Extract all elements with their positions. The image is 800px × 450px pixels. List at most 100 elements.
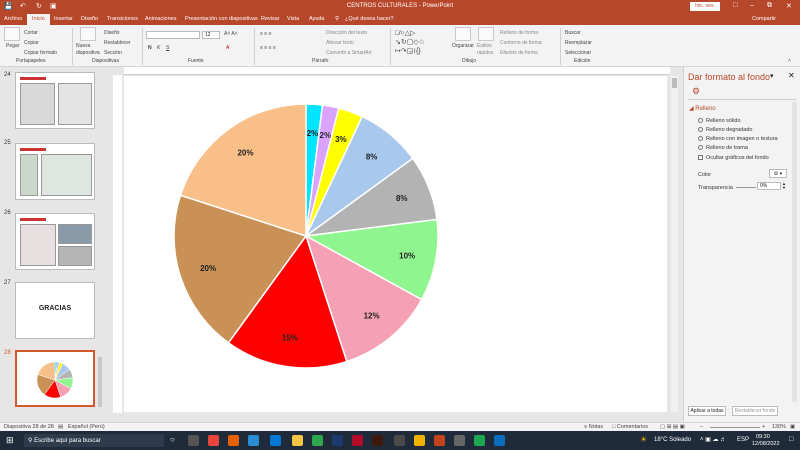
tab-inicio[interactable]: Inicio	[27, 14, 50, 25]
apply-to-all-button[interactable]: Aplicar a todas	[688, 406, 726, 416]
pie-chart[interactable]: 2% 2% 3%8%8%10%12%15%20%20%	[124, 76, 667, 412]
fill-bucket-icon[interactable]: ⚙	[692, 86, 700, 97]
new-slide-icon[interactable]	[80, 27, 96, 41]
zoom-level[interactable]: 130%	[772, 424, 786, 430]
tab-archivo[interactable]: Archivo	[4, 16, 22, 22]
notifications-icon[interactable]: □	[789, 436, 793, 443]
solid-fill-radio[interactable]: Relleno sólido	[698, 118, 741, 124]
tab-revisar[interactable]: Revisar	[261, 16, 280, 22]
comments-button[interactable]: □ Comentarios	[612, 424, 648, 430]
font-name-box[interactable]	[146, 31, 200, 39]
section-button[interactable]: Sección	[104, 50, 122, 56]
align-icons[interactable]: ≡ ≡ ≡ ≡	[260, 45, 276, 51]
tab-animaciones[interactable]: Animaciones	[145, 16, 177, 22]
tab-vista[interactable]: Vista	[287, 16, 299, 22]
font-size-box[interactable]: 12	[202, 31, 220, 39]
tab-transiciones[interactable]: Transiciones	[107, 16, 138, 22]
replace-button[interactable]: Reemplazar	[565, 40, 592, 46]
shape-effects-button[interactable]: Efectos de forma	[500, 50, 538, 56]
task-view-icon[interactable]: ○	[170, 435, 175, 444]
quick-styles-button[interactable]: Estilos rápidos	[477, 43, 497, 57]
transparency-slider[interactable]	[736, 187, 756, 188]
pane-close-icon[interactable]: ✕	[788, 71, 795, 80]
hide-graphics-checkbox[interactable]: Ocultar gráficos del fondo	[698, 155, 769, 161]
picture-fill-radio[interactable]: Relleno con imagen o textura	[698, 136, 778, 142]
layout-button[interactable]: Diseño	[104, 30, 120, 36]
tab-diseno[interactable]: Diseño	[81, 16, 98, 22]
slide-thumbnail-25[interactable]	[15, 143, 95, 200]
grow-font-icon[interactable]: A˅ A˄	[224, 31, 238, 37]
clock-time[interactable]: 09:30	[756, 434, 770, 440]
taskbar-search[interactable]: ⚲ Escribe aquí para buscar	[24, 434, 164, 447]
reset-button[interactable]: Restablecer	[104, 40, 131, 46]
app-icon[interactable]	[394, 435, 405, 446]
firefox-icon[interactable]	[228, 435, 239, 446]
underline-icon[interactable]: S	[166, 45, 169, 51]
cut-button[interactable]: Cortar	[24, 30, 38, 36]
indesign-icon[interactable]	[352, 435, 363, 446]
minimize-icon[interactable]: –	[750, 2, 754, 9]
paste-button[interactable]: Pegar	[6, 43, 19, 49]
slide-thumbnail-28[interactable]	[15, 350, 95, 407]
zoom-slider[interactable]	[710, 427, 760, 428]
shape-outline-button[interactable]: Contorno de forma	[500, 40, 542, 46]
slide-thumbnail-24[interactable]	[15, 72, 95, 129]
spellcheck-icon[interactable]: ▤	[58, 424, 63, 430]
transparency-input[interactable]: 0%	[757, 182, 781, 190]
input-language[interactable]: ESP	[737, 437, 749, 443]
find-button[interactable]: Buscar	[565, 30, 581, 36]
gradient-fill-radio[interactable]: Relleno degradado	[698, 127, 752, 133]
tell-me-search[interactable]: ¿Qué desea hacer?	[345, 16, 394, 22]
notes-button[interactable]: ≡ Notas	[584, 424, 603, 430]
share-button[interactable]: Compartir	[752, 16, 776, 22]
bullets-icon[interactable]: ≡ ≡ ≡	[260, 31, 272, 37]
folder-icon[interactable]	[414, 435, 425, 446]
color-picker[interactable]: ⚙ ▾	[769, 169, 787, 178]
slide-thumbnail-27[interactable]: GRACIAS	[15, 282, 95, 339]
clock-date[interactable]: 12/08/2022	[752, 441, 780, 447]
zoom-out-icon[interactable]: –	[700, 424, 703, 430]
collapse-ribbon-icon[interactable]: ˄	[788, 58, 791, 64]
app-icon[interactable]	[494, 435, 505, 446]
whatsapp-icon[interactable]	[312, 435, 323, 446]
smartart-button[interactable]: Convertir a SmartArt	[326, 50, 372, 56]
app-icon[interactable]	[454, 435, 465, 446]
maximize-icon[interactable]: ⧉	[767, 2, 772, 10]
fit-slide-icon[interactable]: ▣	[790, 424, 795, 430]
shapes-gallery-icon[interactable]: ↘↻▢◇☆	[395, 38, 425, 46]
shapes-gallery-icon[interactable]: □∕○△▷	[395, 29, 415, 37]
reset-background-button[interactable]: Restablecer fondo	[732, 406, 778, 416]
explorer-icon[interactable]	[292, 435, 303, 446]
photoshop-icon[interactable]	[332, 435, 343, 446]
windows-start-icon[interactable]: ⊞	[6, 435, 14, 446]
edge-icon[interactable]	[248, 435, 259, 446]
vertical-scrollbar[interactable]	[671, 76, 678, 412]
shapes-gallery-icon[interactable]: ↦↷◲≀{}	[395, 47, 421, 55]
illustrator-icon[interactable]	[372, 435, 383, 446]
pane-scrollbar[interactable]	[792, 102, 797, 402]
arrange-button[interactable]: Organizar	[452, 43, 474, 49]
slide-canvas[interactable]: 2% 2% 3% 8% 8% 10% 12% 15% 20% 20%	[124, 76, 667, 412]
pane-options-icon[interactable]: ▾	[770, 72, 774, 80]
align-text-button[interactable]: Alinear texto	[326, 40, 354, 46]
tab-insertar[interactable]: Insertar	[54, 16, 73, 22]
transparency-spinner[interactable]: ▲ ▼	[782, 182, 786, 190]
tab-ayuda[interactable]: Ayuda	[309, 16, 325, 22]
app-icon[interactable]	[474, 435, 485, 446]
language-status[interactable]: Español (Perú)	[68, 424, 105, 430]
view-buttons[interactable]: ▢ ⊞ ▤ ▣	[660, 424, 685, 430]
select-button[interactable]: Seleccionar	[565, 50, 591, 56]
arrange-icon[interactable]	[455, 27, 471, 41]
tray-icons[interactable]: ˄ ▣ ☁ ♬	[700, 436, 726, 443]
pattern-fill-radio[interactable]: Relleno de trama	[698, 145, 748, 151]
paste-icon[interactable]	[4, 27, 20, 41]
text-direction-button[interactable]: Dirección del texto	[326, 30, 367, 36]
ribbon-display-icon[interactable]: □	[733, 2, 737, 9]
italic-icon[interactable]: K	[157, 45, 160, 51]
chrome-icon[interactable]	[208, 435, 219, 446]
close-icon[interactable]: ✕	[786, 2, 792, 10]
shape-fill-button[interactable]: Relleno de forma	[500, 30, 538, 36]
zoom-in-icon[interactable]: +	[762, 424, 765, 430]
quick-styles-icon[interactable]	[478, 27, 494, 41]
thumbs-scrollbar[interactable]	[98, 357, 102, 407]
